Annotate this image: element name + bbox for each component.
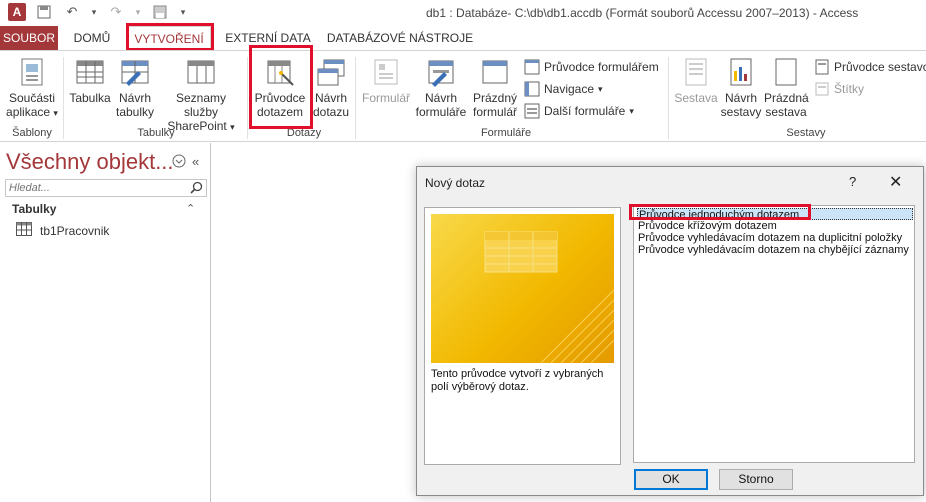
group-divider	[247, 57, 248, 139]
wizard-options-list[interactable]: Průvodce jednoduchým dotazem Průvodce kř…	[633, 205, 915, 463]
table-design-icon	[120, 57, 150, 87]
group-divider	[355, 57, 356, 139]
navigation-pane: Všechny objekt... « Tabulky ⌃ tb1Pracovn…	[0, 143, 211, 502]
blank-form-button[interactable]: Prázdný formulář	[470, 57, 520, 119]
query-design-button[interactable]: Návrh dotazu	[310, 57, 352, 119]
help-icon[interactable]: ?	[849, 174, 856, 189]
nav-menu-icon[interactable]	[172, 154, 186, 171]
blank-form-label: Prázdný formulář	[472, 91, 518, 119]
table-icon	[16, 222, 32, 239]
app-parts-button[interactable]: Součásti aplikace ▾	[4, 57, 60, 120]
table-design-label: Návrh tabulky	[115, 91, 155, 119]
table-label: Tabulka	[69, 91, 111, 105]
group-forms-label: Formuláře	[480, 127, 532, 139]
cancel-button[interactable]: Storno	[719, 469, 793, 490]
more-forms-button[interactable]: Další formuláře ▾	[524, 103, 634, 119]
save-disk-icon[interactable]	[150, 3, 170, 21]
close-icon[interactable]: ✕	[889, 172, 902, 192]
highlight-simple-query-wizard	[629, 204, 811, 220]
form-wizard-label: Průvodce formulářem	[544, 60, 659, 74]
report-wizard-label: Průvodce sestavou	[834, 60, 926, 74]
nav-item-label: tb1Pracovnik	[40, 223, 110, 238]
report-label: Sestava	[674, 91, 718, 105]
nav-section-tables[interactable]: Tabulky	[12, 202, 56, 216]
report-design-button[interactable]: Návrh sestavy	[720, 57, 762, 119]
search-icon[interactable]	[190, 181, 203, 197]
nav-pane-title[interactable]: Všechny objekt...	[6, 149, 174, 175]
query-design-label: Návrh dotazu	[312, 91, 350, 119]
redo-icon[interactable]: ↷	[106, 3, 126, 21]
more-forms-icon	[524, 103, 540, 119]
wizard-preview-image	[431, 214, 614, 363]
form-wizard-button[interactable]: Průvodce formulářem	[524, 59, 659, 75]
group-tables-label: Tabulky	[137, 127, 175, 139]
group-templates-label: Šablony	[12, 127, 52, 139]
report-wizard-icon	[814, 59, 830, 75]
more-forms-label: Další formuláře	[544, 104, 626, 118]
report-wizard-button[interactable]: Průvodce sestavou	[814, 59, 926, 75]
sharepoint-list-icon	[186, 57, 216, 87]
form-button[interactable]: Formulář	[360, 57, 412, 105]
navigation-label: Navigace	[544, 82, 595, 96]
undo-icon[interactable]: ↶	[62, 3, 82, 21]
list-item[interactable]: Průvodce vyhledávacím dotazem na duplici…	[637, 232, 913, 244]
highlight-query-wizard	[249, 45, 313, 129]
quick-access-toolbar: A ↶ ▾ ↷ ▾ ▾	[8, 3, 188, 21]
wizard-description: Tento průvodce vytvoří z vybraných polí …	[431, 368, 604, 393]
dialog-title: Nový dotaz	[425, 176, 486, 190]
collapse-pane-icon[interactable]: «	[192, 154, 199, 169]
window-title: db1 : Databáze- C:\db\db1.accdb (Formát …	[426, 6, 859, 20]
blank-report-icon	[771, 57, 801, 87]
group-reports-label: Sestavy	[786, 127, 826, 139]
table-button[interactable]: Tabulka	[68, 57, 112, 105]
table-design-button[interactable]: Návrh tabulky	[114, 57, 156, 119]
group-divider	[668, 57, 669, 139]
labels-label: Štítky	[834, 82, 865, 96]
ribbon: Součásti aplikace ▾ Šablony Tabulka Návr…	[0, 50, 926, 142]
form-design-icon	[426, 57, 456, 87]
app-parts-icon	[17, 57, 47, 87]
query-design-icon	[316, 57, 346, 87]
group-divider	[63, 57, 64, 139]
ok-button[interactable]: OK	[634, 469, 708, 490]
form-design-button[interactable]: Návrh formuláře	[414, 57, 468, 119]
tab-database-tools[interactable]: DATABÁZOVÉ NÁSTROJE	[326, 26, 474, 50]
form-label: Formulář	[361, 91, 410, 105]
form-icon	[371, 57, 401, 87]
tab-file[interactable]: SOUBOR	[0, 26, 58, 50]
access-app-icon[interactable]: A	[8, 3, 26, 21]
blank-form-icon	[480, 57, 510, 87]
navigation-button[interactable]: Navigace ▾	[524, 81, 603, 97]
report-design-icon	[726, 57, 756, 87]
nav-search-box[interactable]	[5, 179, 207, 197]
nav-item-table[interactable]: tb1Pracovnik	[16, 222, 109, 239]
list-item[interactable]: Průvodce vyhledávacím dotazem na chybějí…	[637, 244, 913, 256]
labels-icon	[814, 81, 830, 97]
collapse-section-icon[interactable]: ⌃	[186, 202, 195, 215]
blank-report-label: Prázdná sestava	[764, 91, 809, 119]
save-icon[interactable]	[34, 3, 54, 21]
report-icon	[681, 57, 711, 87]
table-icon	[75, 57, 105, 87]
labels-button[interactable]: Štítky	[814, 81, 864, 97]
navigation-icon	[524, 81, 540, 97]
wizard-preview-panel: Tento průvodce vytvoří z vybraných polí …	[424, 207, 621, 465]
nav-search-input[interactable]	[6, 180, 186, 196]
report-button[interactable]: Sestava	[674, 57, 718, 105]
form-wizard-icon	[524, 59, 540, 75]
report-design-label: Návrh sestavy	[720, 91, 762, 119]
blank-report-button[interactable]: Prázdná sestava	[764, 57, 809, 119]
tab-home[interactable]: DOMŮ	[66, 26, 118, 50]
sharepoint-lists-button[interactable]: Seznamy služby SharePoint ▾	[158, 57, 244, 134]
highlight-create-tab	[126, 23, 214, 51]
app-parts-label: Součásti aplikace	[6, 91, 56, 119]
redo-dropdown-icon[interactable]: ▾	[134, 3, 142, 21]
undo-dropdown-icon[interactable]: ▾	[90, 3, 98, 21]
list-item[interactable]: Průvodce křížovým dotazem	[637, 220, 913, 232]
form-design-label: Návrh formuláře	[415, 91, 467, 119]
customize-qat-icon[interactable]: ▾	[178, 3, 188, 21]
